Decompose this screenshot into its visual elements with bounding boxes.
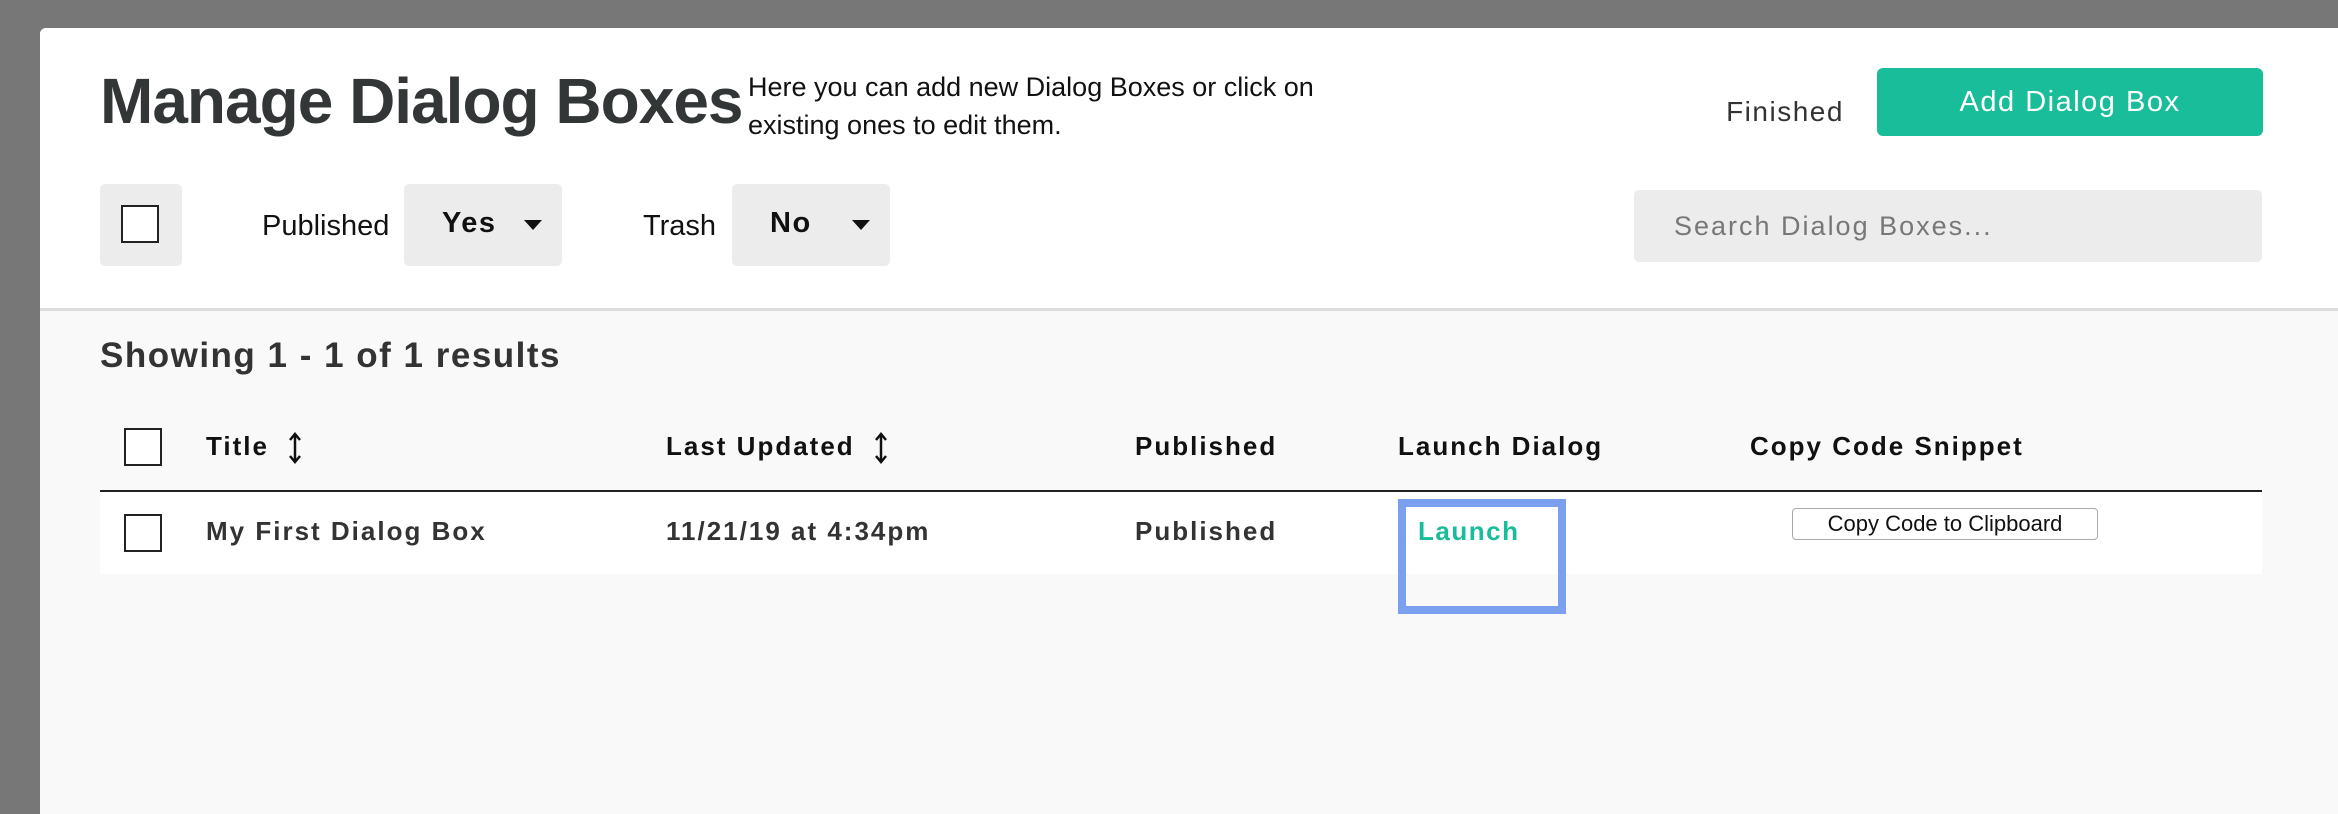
select-all-checkbox[interactable] (121, 205, 159, 243)
finished-button[interactable]: Finished (1670, 86, 1900, 136)
column-header-last-updated[interactable]: Last Updated (666, 431, 888, 465)
search-input[interactable] (1634, 190, 2262, 262)
column-title-label: Title (206, 431, 269, 461)
column-header-copy-code: Copy Code Snippet (1750, 431, 2024, 461)
table-row[interactable]: My First Dialog Box 11/21/19 at 4:34pm P… (100, 492, 2262, 574)
chevron-down-icon (852, 220, 870, 230)
header-select-checkbox[interactable] (124, 428, 162, 466)
copy-code-button[interactable]: Copy Code to Clipboard (1792, 508, 2098, 540)
row-last-updated: 11/21/19 at 4:34pm (666, 516, 931, 546)
sort-arrows-icon[interactable] (874, 431, 888, 465)
column-header-title[interactable]: Title (206, 431, 302, 465)
page-title: Manage Dialog Boxes (100, 65, 743, 137)
manage-dialog-panel: Manage Dialog Boxes Here you can add new… (40, 28, 2338, 814)
row-published-status: Published (1135, 516, 1278, 546)
launch-link[interactable]: Launch (1418, 516, 1519, 547)
row-select-checkbox[interactable] (124, 514, 162, 552)
published-filter-select[interactable]: Yes (404, 184, 562, 266)
column-header-published: Published (1135, 431, 1278, 461)
trash-filter-value: No (770, 207, 812, 239)
trash-filter-label: Trash (643, 210, 717, 242)
row-title[interactable]: My First Dialog Box (206, 516, 487, 547)
sort-arrows-icon[interactable] (288, 431, 302, 465)
column-header-launch-dialog: Launch Dialog (1398, 431, 1604, 461)
page-description: Here you can add new Dialog Boxes or cli… (748, 72, 1314, 140)
trash-filter-select[interactable]: No (732, 184, 890, 266)
column-last-updated-label: Last Updated (666, 431, 855, 461)
published-filter-value: Yes (442, 207, 497, 239)
select-all-control[interactable] (100, 184, 182, 266)
results-summary: Showing 1 - 1 of 1 results (100, 336, 562, 375)
add-dialog-box-button[interactable]: Add Dialog Box (1877, 68, 2263, 136)
chevron-down-icon (524, 220, 542, 230)
published-filter-label: Published (262, 210, 390, 242)
page-header: Manage Dialog Boxes Here you can add new… (40, 28, 2338, 311)
